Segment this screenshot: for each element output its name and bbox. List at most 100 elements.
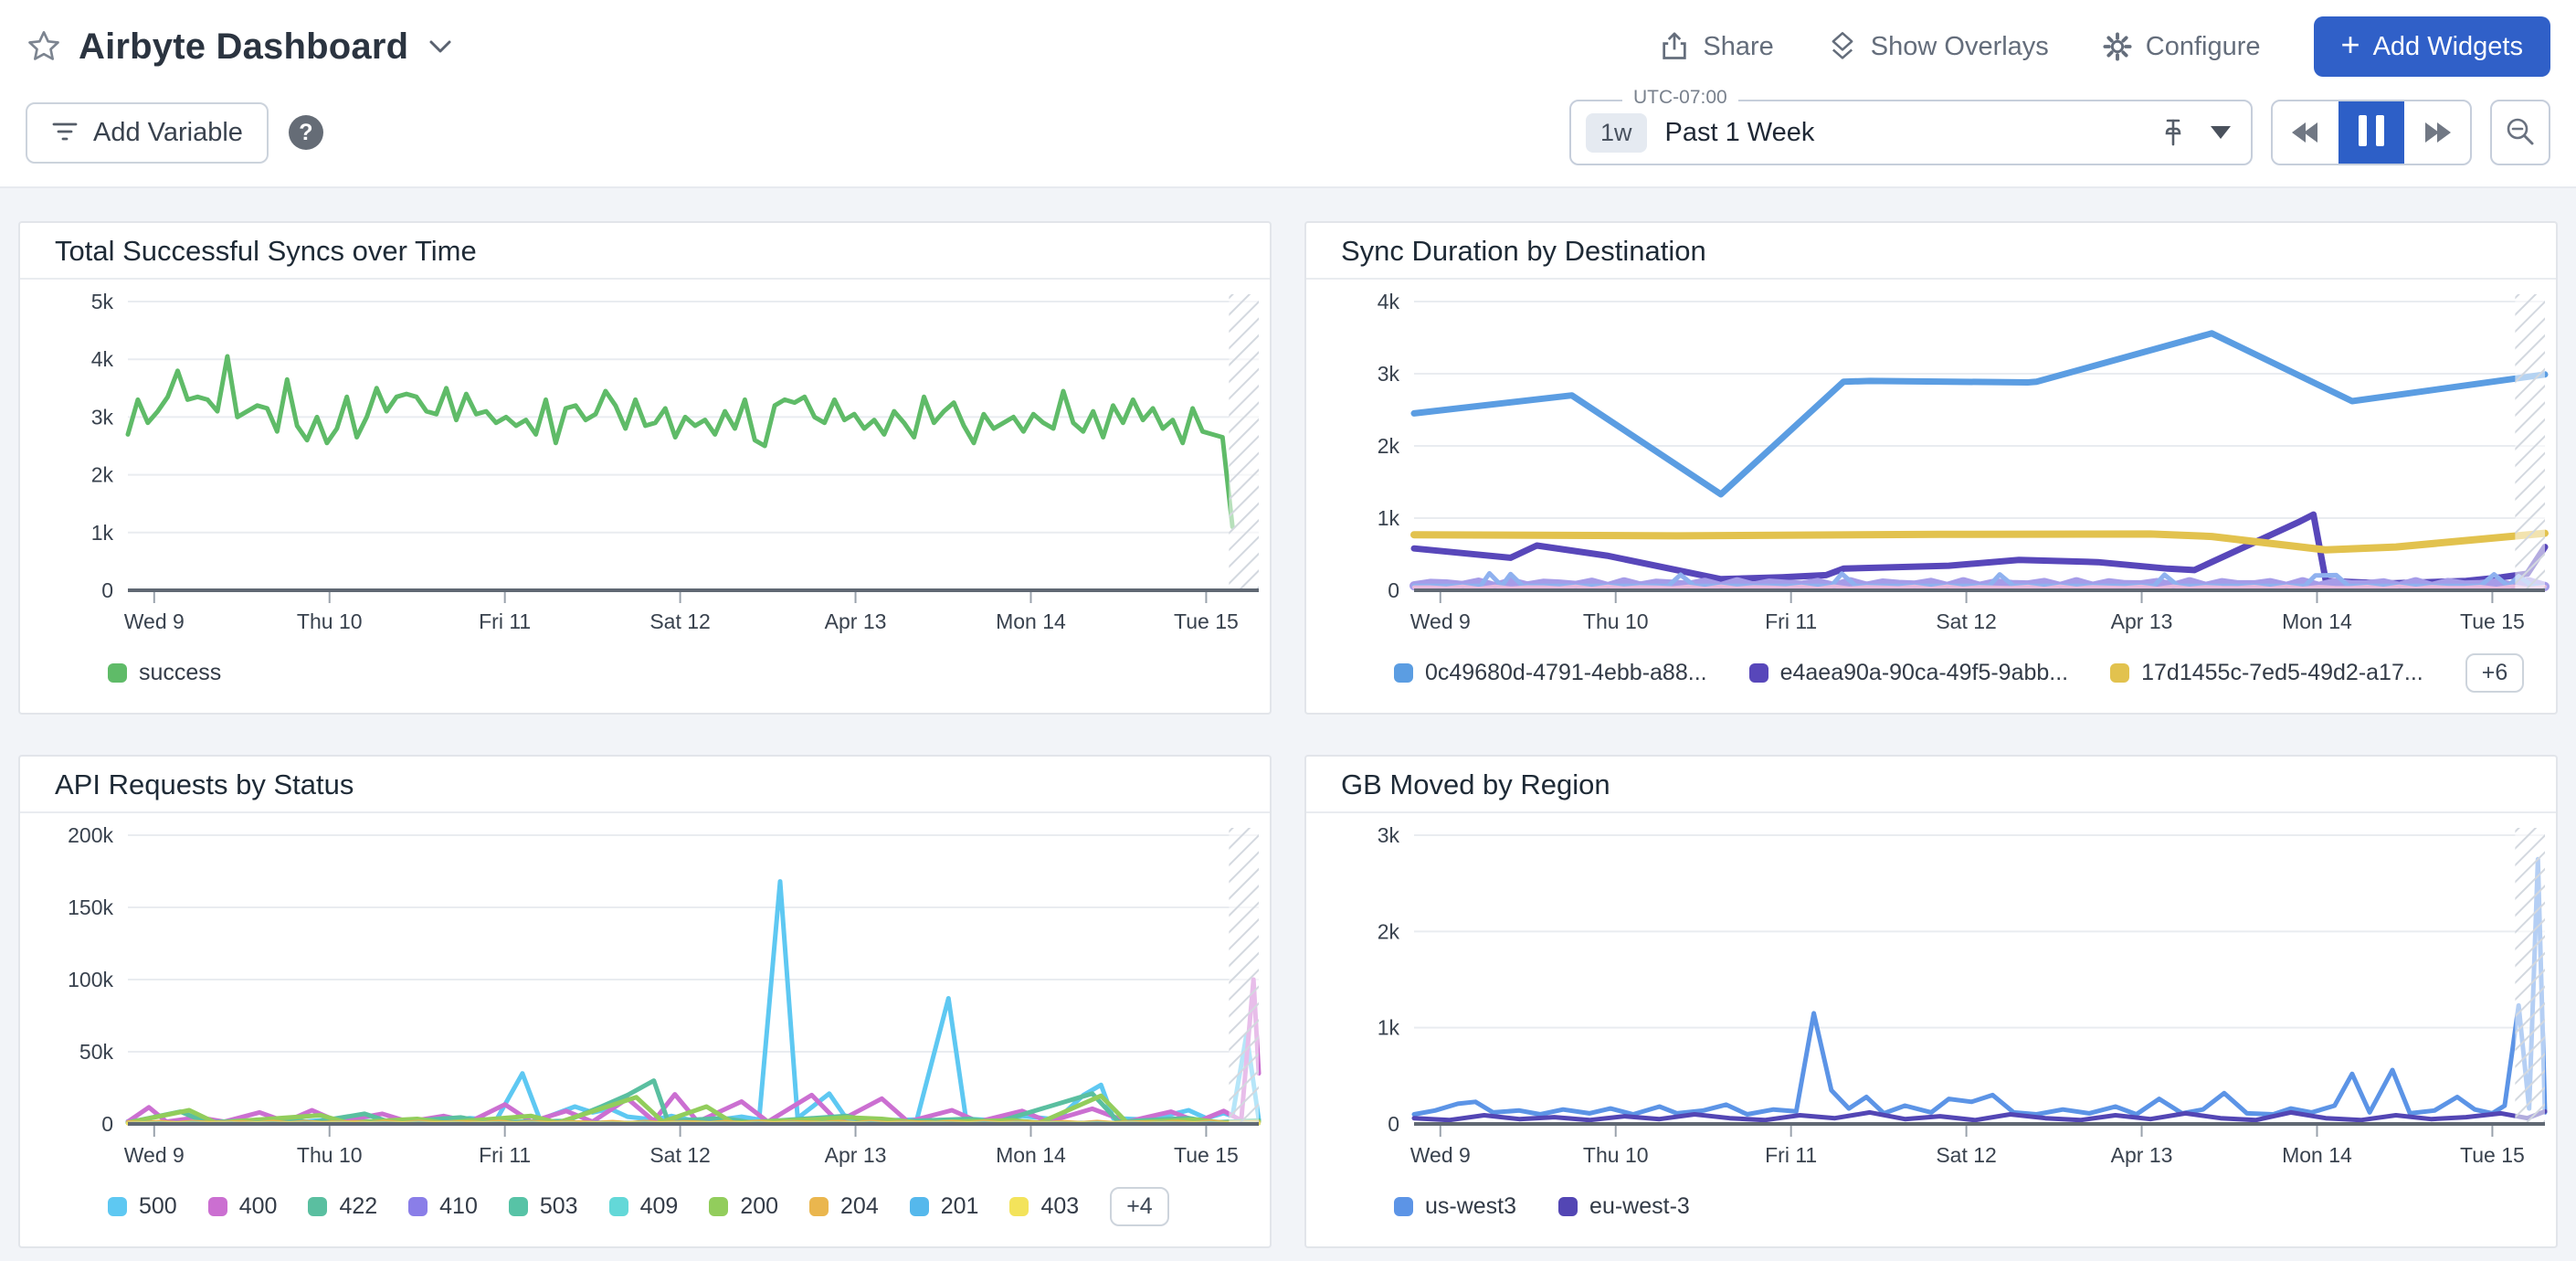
svg-text:100k: 100k bbox=[68, 968, 113, 991]
zoom-out-button[interactable] bbox=[2490, 100, 2550, 165]
legend-item[interactable]: us-west3 bbox=[1394, 1193, 1516, 1220]
help-button[interactable]: ? bbox=[289, 115, 323, 150]
svg-text:Apr 13: Apr 13 bbox=[2111, 609, 2173, 633]
chart-legend: us-west3 eu-west-3 bbox=[1306, 1176, 2556, 1246]
rewind-button[interactable] bbox=[2273, 101, 2338, 164]
show-overlays-button[interactable]: Show Overlays bbox=[1827, 31, 2049, 62]
legend-item[interactable]: 409 bbox=[609, 1193, 679, 1220]
legend-item[interactable]: 17d1455c-7ed5-49d2-a17... bbox=[2110, 660, 2423, 686]
configure-button[interactable]: Configure bbox=[2102, 31, 2261, 62]
svg-text:50k: 50k bbox=[79, 1040, 114, 1064]
svg-text:Thu 10: Thu 10 bbox=[297, 1143, 363, 1167]
legend-item[interactable]: 410 bbox=[408, 1193, 478, 1220]
forward-button[interactable] bbox=[2404, 101, 2470, 164]
legend-item[interactable]: 204 bbox=[809, 1193, 879, 1220]
svg-text:Sat 12: Sat 12 bbox=[649, 1143, 711, 1167]
legend-item[interactable]: 400 bbox=[208, 1193, 278, 1220]
share-label: Share bbox=[1703, 32, 1773, 62]
legend-label: 422 bbox=[339, 1193, 377, 1220]
share-button[interactable]: Share bbox=[1659, 31, 1773, 62]
add-widgets-button[interactable]: + Add Widgets bbox=[2314, 16, 2550, 77]
time-range-picker[interactable]: UTC-07:00 1w Past 1 Week bbox=[1569, 100, 2253, 165]
legend-color-chip bbox=[910, 1197, 929, 1216]
legend-label: 204 bbox=[840, 1193, 879, 1220]
panel-sync-duration: Sync Duration by Destination 01k2k3k4kWe… bbox=[1304, 221, 2558, 715]
legend-item[interactable]: 500 bbox=[108, 1193, 177, 1220]
legend-item[interactable]: success bbox=[108, 660, 221, 686]
legend-color-chip bbox=[308, 1197, 327, 1216]
legend-item[interactable]: 503 bbox=[509, 1193, 578, 1220]
panel-api-requests: API Requests by Status 050k100k150k200kW… bbox=[18, 755, 1272, 1248]
overlays-layers-icon bbox=[1827, 31, 1858, 62]
legend-label: 201 bbox=[941, 1193, 979, 1220]
chart-area-api-requests[interactable]: 050k100k150k200kWed 9Thu 10Fri 11Sat 12A… bbox=[20, 813, 1270, 1171]
svg-text:Apr 13: Apr 13 bbox=[2111, 1143, 2173, 1167]
svg-text:Fri 11: Fri 11 bbox=[1765, 609, 1817, 633]
svg-text:2k: 2k bbox=[1378, 434, 1400, 458]
chart-legend: 0c49680d-4791-4ebb-a88... e4aea90a-90ca-4… bbox=[1306, 642, 2556, 713]
svg-text:Sat 12: Sat 12 bbox=[1936, 609, 1997, 633]
svg-text:Tue 15: Tue 15 bbox=[2460, 609, 2525, 633]
legend-label: us-west3 bbox=[1425, 1193, 1516, 1220]
legend-label: 17d1455c-7ed5-49d2-a17... bbox=[2141, 660, 2423, 686]
svg-text:Mon 14: Mon 14 bbox=[2282, 1143, 2352, 1167]
svg-text:1k: 1k bbox=[91, 521, 114, 545]
svg-text:Thu 10: Thu 10 bbox=[1583, 609, 1649, 633]
panel-title: Total Successful Syncs over Time bbox=[20, 223, 1270, 280]
svg-text:Fri 11: Fri 11 bbox=[1765, 1143, 1817, 1167]
legend-item[interactable]: 0c49680d-4791-4ebb-a88... bbox=[1394, 660, 1707, 686]
svg-text:Tue 15: Tue 15 bbox=[1174, 1143, 1239, 1167]
chart-area-syncs[interactable]: 01k2k3k4k5kWed 9Thu 10Fri 11Sat 12Apr 13… bbox=[20, 280, 1270, 638]
legend-item[interactable]: 403 bbox=[1009, 1193, 1079, 1220]
playback-controls bbox=[2271, 100, 2472, 165]
zoom-out-magnifier-icon bbox=[2504, 116, 2537, 149]
add-variable-button[interactable]: Add Variable bbox=[26, 102, 269, 164]
svg-text:Fri 11: Fri 11 bbox=[479, 1143, 531, 1167]
legend-color-chip bbox=[1749, 663, 1768, 683]
legend-label: 500 bbox=[139, 1193, 177, 1220]
rewind-icon bbox=[2290, 119, 2321, 146]
svg-text:0: 0 bbox=[1388, 578, 1399, 602]
svg-text:0: 0 bbox=[101, 1112, 113, 1136]
legend-color-chip bbox=[208, 1197, 227, 1216]
svg-text:Apr 13: Apr 13 bbox=[825, 1143, 887, 1167]
svg-text:2k: 2k bbox=[1378, 919, 1400, 943]
svg-text:Wed 9: Wed 9 bbox=[1410, 1143, 1471, 1167]
pin-icon[interactable] bbox=[2159, 117, 2187, 148]
legend-label: 400 bbox=[239, 1193, 278, 1220]
svg-text:1k: 1k bbox=[1378, 1016, 1400, 1040]
svg-text:Tue 15: Tue 15 bbox=[1174, 609, 1239, 633]
panel-total-successful-syncs: Total Successful Syncs over Time 01k2k3k… bbox=[18, 221, 1272, 715]
share-upload-icon bbox=[1659, 31, 1690, 62]
pause-button[interactable] bbox=[2338, 101, 2404, 164]
favorite-star-icon[interactable] bbox=[26, 28, 62, 65]
legend-overflow-badge[interactable]: +6 bbox=[2465, 653, 2525, 693]
legend-color-chip bbox=[609, 1197, 628, 1216]
legend-color-chip bbox=[1394, 663, 1413, 683]
timezone-label: UTC-07:00 bbox=[1622, 87, 1738, 109]
legend-label: success bbox=[139, 660, 221, 686]
svg-text:Wed 9: Wed 9 bbox=[124, 609, 185, 633]
legend-overflow-badge[interactable]: +4 bbox=[1110, 1187, 1169, 1226]
page-title: Airbyte Dashboard bbox=[79, 26, 408, 68]
picker-caret-icon[interactable] bbox=[2211, 126, 2231, 139]
legend-label: 409 bbox=[640, 1193, 679, 1220]
svg-text:Sat 12: Sat 12 bbox=[649, 609, 711, 633]
svg-text:Thu 10: Thu 10 bbox=[297, 609, 363, 633]
range-label: Past 1 Week bbox=[1665, 118, 1815, 148]
svg-text:150k: 150k bbox=[68, 895, 113, 919]
legend-item[interactable]: 201 bbox=[910, 1193, 979, 1220]
legend-item[interactable]: 200 bbox=[709, 1193, 778, 1220]
legend-item[interactable]: 422 bbox=[308, 1193, 377, 1220]
svg-text:4k: 4k bbox=[1378, 290, 1400, 313]
show-overlays-label: Show Overlays bbox=[1871, 32, 2049, 62]
chart-area-sync-duration[interactable]: 01k2k3k4kWed 9Thu 10Fri 11Sat 12Apr 13Mo… bbox=[1306, 280, 2556, 638]
legend-item[interactable]: eu-west-3 bbox=[1558, 1193, 1690, 1220]
dashboard-header: Airbyte Dashboard Share Show Overlays bbox=[0, 0, 2576, 188]
title-chevron-down-icon[interactable] bbox=[428, 39, 452, 54]
dashboard-grid: Total Successful Syncs over Time 01k2k3k… bbox=[0, 188, 2576, 1261]
legend-item[interactable]: e4aea90a-90ca-49f5-9abb... bbox=[1749, 660, 2069, 686]
gear-icon bbox=[2102, 31, 2133, 62]
svg-text:Mon 14: Mon 14 bbox=[996, 1143, 1066, 1167]
chart-area-gb-moved[interactable]: 01k2k3kWed 9Thu 10Fri 11Sat 12Apr 13Mon … bbox=[1306, 813, 2556, 1171]
